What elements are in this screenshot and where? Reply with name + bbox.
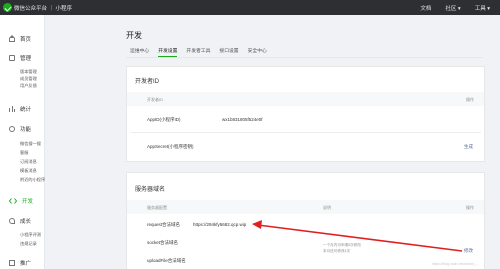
sidebar-item-development[interactable]: 开发 <box>0 195 45 207</box>
modify-note-line1: 一个月内可申请5次修改 <box>323 243 361 247</box>
table-header: 服务器配置 说明 操作 <box>127 200 484 214</box>
tab-dev-tools[interactable]: 开发者工具 <box>186 43 210 57</box>
sidebar-item-label: 开发 <box>22 199 34 205</box>
request-domain-value: https://294kfy5682.qcp.wip <box>193 222 247 227</box>
sidebar-subitem-template-msg[interactable]: 模板消息 <box>20 168 37 174</box>
development-icon <box>8 198 18 204</box>
sidebar-item-function[interactable]: 功能 <box>0 123 45 135</box>
app-title: 微信公众平台 ｜ 小程序 <box>14 6 73 12</box>
sidebar-item-label: 功能 <box>20 127 32 133</box>
card-title: 服务器域名 <box>135 187 166 193</box>
sidebar-item-home[interactable]: 首页 <box>0 33 45 45</box>
tab-api-settings[interactable]: 接口设置 <box>219 43 238 57</box>
sidebar-item-management[interactable]: 管理 <box>0 52 45 64</box>
sidebar-item-promotion[interactable]: 推广 <box>0 257 45 269</box>
header-action: 操作 <box>466 205 474 210</box>
sidebar-item-label: 统计 <box>20 107 32 113</box>
top-nav-docs[interactable]: 文档 <box>420 4 431 12</box>
request-domain-label: request合法域名 <box>147 222 181 227</box>
sidebar-subitem-evaluation[interactable]: 小程序评测 <box>20 232 41 238</box>
generate-secret-button[interactable]: 生成 <box>464 144 473 150</box>
developer-id-card: 开发者ID 开发者ID 操作 AppID(小程序ID) wx1b831805f5… <box>126 66 485 162</box>
sidebar-subitem-members[interactable]: 成员管理 <box>20 76 37 82</box>
top-nav: 文档 社区 ▾ 工具 ▾ <box>420 4 490 12</box>
appsecret-label: AppSecret(小程序密钥) <box>147 144 194 149</box>
sidebar-item-label: 成长 <box>20 219 32 225</box>
tab-bar: 运维中心 开发设置 开发者工具 接口设置 安全中心 <box>130 43 267 57</box>
socket-domain-label: socket合法域名 <box>147 240 179 245</box>
appid-value: wx1b831805f524e0f <box>222 117 263 122</box>
tabs-divider <box>126 57 483 58</box>
sidebar-item-growth[interactable]: 成长 <box>0 215 45 227</box>
top-nav-tools[interactable]: 工具 ▾ <box>475 4 490 12</box>
sidebar-subitem-violations[interactable]: 违规记录 <box>20 241 37 247</box>
page-title: 开发 <box>126 31 142 40</box>
top-bar: 微信公众平台 ｜ 小程序 文档 社区 ▾ 工具 ▾ <box>0 0 500 15</box>
server-domain-card: 服务器域名 服务器配置 说明 操作 request合法域名 https://29… <box>126 172 485 269</box>
sidebar-subitem-customer-service[interactable]: 客服 <box>20 150 28 156</box>
sidebar-subitem-search[interactable]: 微信搜一搜 <box>20 141 41 147</box>
header-action: 操作 <box>466 97 474 102</box>
tab-dev-settings[interactable]: 开发设置 <box>158 43 178 57</box>
modify-note-line2: 本月还可修改4次 <box>323 249 351 253</box>
sidebar: 首页 管理 版本管理 成员管理 用户反馈 统计 功能 微信搜一搜 客服 订阅消息… <box>0 15 45 269</box>
appid-label: AppID(小程序ID) <box>147 117 181 122</box>
sidebar-item-label: 管理 <box>20 56 32 62</box>
tab-ops-center[interactable]: 运维中心 <box>130 43 149 57</box>
sidebar-subitem-feedback[interactable]: 用户反馈 <box>20 83 37 89</box>
header-label: 开发者ID <box>147 97 163 102</box>
sidebar-subitem-subscribe-msg[interactable]: 订阅消息 <box>20 159 37 165</box>
sidebar-item-label: 首页 <box>20 37 32 43</box>
statistics-icon <box>9 106 15 112</box>
growth-icon <box>9 218 15 224</box>
sidebar-item-label: 推广 <box>20 261 32 267</box>
home-icon <box>9 35 15 42</box>
header-config: 服务器配置 <box>147 205 167 210</box>
upload-domain-label: uploadFile合法域名 <box>147 258 186 263</box>
card-title: 开发者ID <box>135 79 160 85</box>
header-description: 说明 <box>323 205 331 210</box>
promotion-icon <box>9 260 15 266</box>
top-nav-community[interactable]: 社区 ▾ <box>445 4 460 12</box>
sidebar-item-statistics[interactable]: 统计 <box>0 103 45 115</box>
sidebar-subitem-version[interactable]: 版本管理 <box>20 69 37 75</box>
modify-domain-button[interactable]: 修改 <box>464 248 473 254</box>
function-icon <box>9 126 15 132</box>
table-header: 开发者ID 操作 <box>127 92 484 106</box>
row-divider <box>131 132 481 133</box>
tab-security-center[interactable]: 安全中心 <box>248 43 267 57</box>
management-icon <box>9 55 15 61</box>
sidebar-subitem-nearby[interactable]: 附近的小程序 <box>20 177 45 183</box>
wechat-logo-icon <box>3 3 12 12</box>
watermark: https://blog.csdn.net/weixin_... <box>432 262 479 266</box>
